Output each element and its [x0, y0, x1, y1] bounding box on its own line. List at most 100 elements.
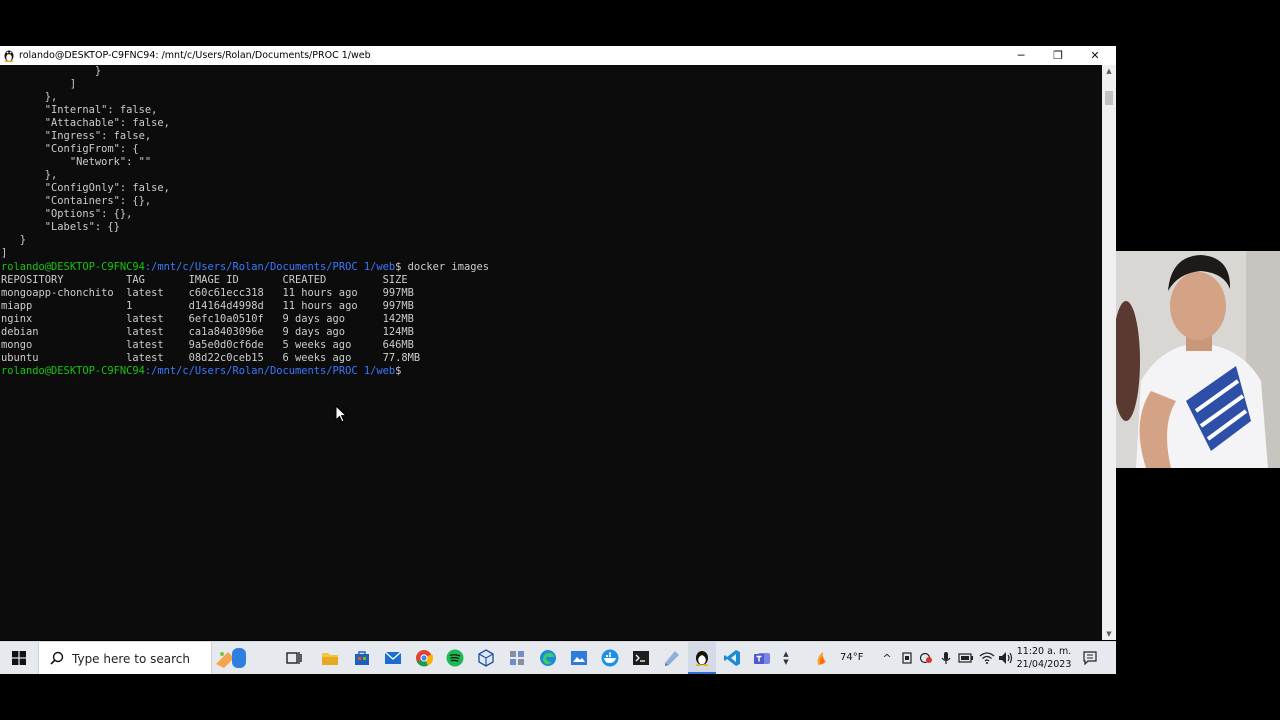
taskbar-chrome[interactable]	[410, 642, 438, 674]
maximize-button[interactable]: ❐	[1040, 46, 1076, 65]
sticky-note-icon	[665, 651, 679, 666]
output-line: "Network": ""	[1, 156, 152, 168]
prompt-line: rolando@DESKTOP-C9FNC94:/mnt/c/Users/Rol…	[1, 365, 401, 378]
teams-icon	[754, 653, 770, 664]
tray-microphone-icon[interactable]	[938, 642, 954, 674]
minimize-button[interactable]: ─	[1003, 46, 1039, 65]
linux-tux-icon	[4, 50, 14, 62]
taskbar-app-grid[interactable]	[503, 642, 531, 674]
wifi-icon	[979, 652, 995, 664]
table-row: miapp 1 d14164d4998d 11 hours ago 997MB	[1, 300, 414, 312]
task-view-icon	[286, 652, 302, 664]
vertical-scrollbar[interactable]: ▲ ▼	[1102, 65, 1116, 640]
output-line: "ConfigFrom": {	[1, 143, 139, 155]
search-icon	[50, 651, 64, 665]
terminal-output[interactable]: } ] }, "Internal": false, "Attachable": …	[0, 65, 1102, 640]
linux-tux-icon	[695, 651, 709, 666]
device-icon	[902, 652, 912, 664]
search-box[interactable]: Type here to search	[38, 642, 246, 674]
output-line: "Containers": {},	[1, 195, 152, 207]
webcam-overlay	[1116, 251, 1280, 468]
chevron-down-icon: ▼	[783, 658, 789, 666]
speaker-volume-icon	[999, 652, 1013, 664]
clock-time: 11:20 a. m.	[1016, 646, 1072, 657]
tray-battery-icon[interactable]	[957, 642, 975, 674]
output-line: },	[1, 169, 58, 181]
spotify-icon	[446, 649, 464, 667]
system-clock[interactable]: 11:20 a. m. 21/04/2023	[1016, 645, 1072, 671]
close-button[interactable]: ✕	[1077, 46, 1113, 65]
chrome-icon	[416, 650, 433, 667]
weather-temperature[interactable]: 74°F	[840, 652, 863, 663]
taskbar-store[interactable]	[348, 642, 376, 674]
prompt-line: rolando@DESKTOP-C9FNC94:/mnt/c/Users/Rol…	[1, 261, 489, 274]
output-line: "ConfigOnly": false,	[1, 182, 170, 194]
start-button[interactable]	[0, 642, 38, 674]
microphone-icon	[941, 652, 951, 664]
photos-icon	[571, 651, 587, 665]
output-line: "Options": {},	[1, 208, 133, 220]
docker-whale-icon	[601, 649, 619, 667]
show-hidden-icons-chevron-icon[interactable]: ^	[880, 642, 894, 674]
taskbar-ubuntu-active[interactable]	[688, 642, 716, 674]
tray-usb-icon[interactable]	[899, 642, 915, 674]
taskbar-teams[interactable]	[748, 642, 776, 674]
notification-center-icon	[1083, 651, 1097, 665]
taskbar-edge[interactable]	[534, 642, 562, 674]
taskbar-terminal[interactable]	[627, 642, 655, 674]
terminal-window: rolando@DESKTOP-C9FNC94: /mnt/c/Users/Ro…	[0, 46, 1116, 640]
command-text: docker images	[401, 261, 489, 273]
taskbar-file-explorer[interactable]	[316, 642, 344, 674]
tray-wifi-icon[interactable]	[978, 642, 996, 674]
taskbar-overflow[interactable]: ▲ ▼	[779, 642, 793, 674]
tray-volume-icon[interactable]	[997, 642, 1015, 674]
table-row: debian latest ca1a8403096e 9 days ago 12…	[1, 326, 414, 338]
title-bar[interactable]: rolando@DESKTOP-C9FNC94: /mnt/c/Users/Ro…	[0, 46, 1116, 65]
scroll-down-arrow-icon[interactable]: ▼	[1102, 628, 1116, 640]
output-line: "Labels": {}	[1, 221, 120, 233]
puzzle-icon	[510, 651, 524, 665]
output-line: "Attachable": false,	[1, 117, 170, 129]
store-bag-icon	[355, 651, 369, 665]
table-row: ubuntu latest 08d22c0ceb15 6 weeks ago 7…	[1, 352, 421, 364]
folder-icon	[322, 652, 338, 665]
scrollbar-thumb[interactable]	[1105, 91, 1113, 105]
taskbar-mail[interactable]	[379, 642, 407, 674]
task-view-button[interactable]	[280, 642, 308, 674]
taskbar-notes[interactable]	[658, 642, 686, 674]
cloud-offline-icon	[919, 652, 932, 664]
taskbar: Type here to search ▲ ▼ 74°F ^ 11:20 a. …	[0, 641, 1116, 674]
output-line: }	[1, 65, 102, 77]
taskbar-virtualbox[interactable]	[472, 642, 500, 674]
taskbar-photos[interactable]	[565, 642, 593, 674]
virtualbox-cube-icon	[478, 649, 494, 667]
weather-widget-icon[interactable]	[812, 642, 834, 674]
window-title: rolando@DESKTOP-C9FNC94: /mnt/c/Users/Ro…	[19, 50, 371, 61]
table-header: REPOSITORY TAG IMAGE ID CREATED SIZE	[1, 274, 408, 286]
taskbar-vscode[interactable]	[718, 642, 746, 674]
scroll-up-arrow-icon[interactable]: ▲	[1102, 65, 1116, 77]
notifications-button[interactable]	[1078, 642, 1102, 674]
webcam-person-image	[1116, 251, 1280, 468]
windows-logo-icon	[12, 651, 26, 665]
weather-sun-icon	[817, 652, 826, 665]
clock-date: 21/04/2023	[1016, 659, 1072, 670]
mail-icon	[384, 651, 402, 664]
chevron-up-icon: ▲	[783, 650, 789, 658]
output-line: "Internal": false,	[1, 104, 158, 116]
table-row: mongo latest 9a5e0d0cf6de 5 weeks ago 64…	[1, 339, 414, 351]
taskbar-docker[interactable]	[596, 642, 624, 674]
tray-network-blocked-icon[interactable]	[918, 642, 934, 674]
output-line: }	[1, 234, 27, 246]
prompt-path: :/mnt/c/Users/Rolan/Documents/PROC 1/web	[144, 261, 396, 273]
table-row: mongoapp-chonchito latest c60c61ecc318 1…	[1, 287, 414, 299]
terminal-icon	[633, 651, 649, 665]
output-line: ]	[1, 78, 77, 90]
search-highlight-illustration-icon	[216, 648, 246, 668]
search-placeholder: Type here to search	[72, 652, 190, 666]
edge-icon	[540, 650, 556, 666]
prompt-user: rolando@DESKTOP-C9FNC94	[1, 261, 145, 273]
prompt-user: rolando@DESKTOP-C9FNC94	[1, 365, 145, 377]
taskbar-spotify[interactable]	[441, 642, 469, 674]
vscode-icon	[724, 650, 740, 666]
